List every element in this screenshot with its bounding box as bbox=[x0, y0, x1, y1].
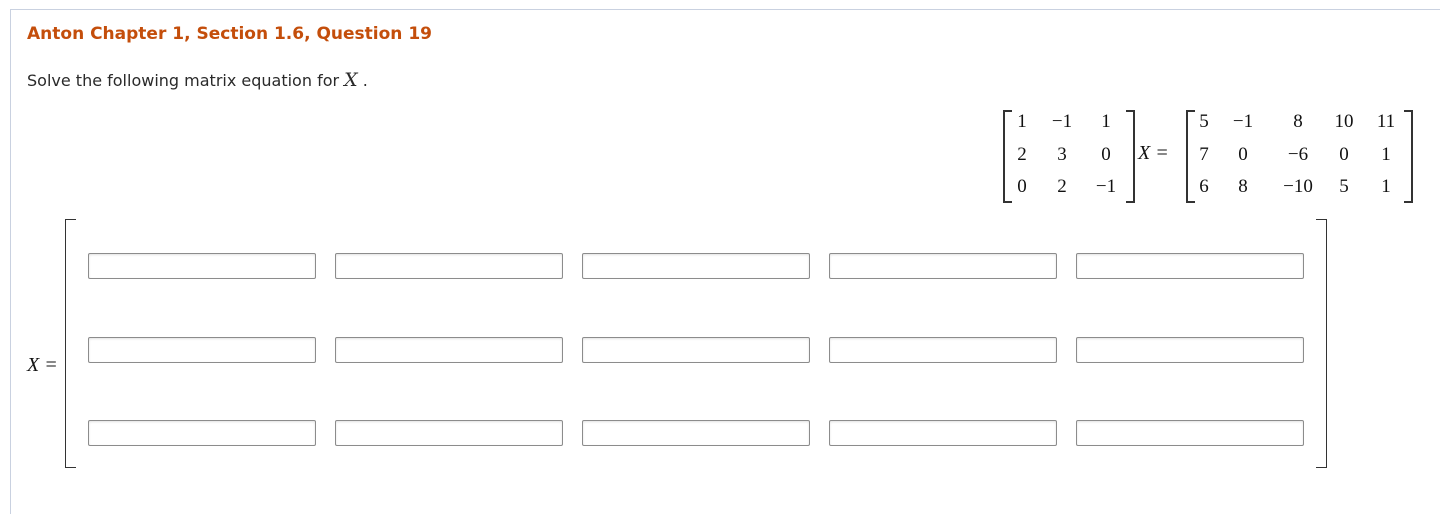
matrix-a-cell-r3-c1: 0 bbox=[1017, 176, 1027, 197]
prompt-text: Solve the following matrix equation for bbox=[27, 71, 340, 90]
matrix-a-right-bracket bbox=[1126, 110, 1135, 203]
matrix-b-cell-r3-c1: 6 bbox=[1199, 176, 1209, 197]
matrix-a-left-bracket bbox=[1003, 110, 1012, 203]
answer-label-text: X = bbox=[27, 354, 58, 376]
answer-input-r1-c2[interactable] bbox=[335, 253, 563, 279]
matrix-a-cell-r3-c3: −1 bbox=[1095, 176, 1117, 197]
matrix-b-cell-r3-c3: −10 bbox=[1283, 176, 1313, 197]
matrix-a-cell-r2-c3: 0 bbox=[1101, 144, 1111, 165]
answer-input-r1-c3[interactable] bbox=[582, 253, 810, 279]
matrix-b-cell-r1-c4: 10 bbox=[1334, 111, 1354, 132]
matrix-b-cell-r1-c5: 11 bbox=[1376, 111, 1396, 132]
matrix-b-cell-r1-c2: −1 bbox=[1232, 111, 1254, 132]
answer-input-r3-c4[interactable] bbox=[829, 420, 1057, 446]
matrix-b-cell-r2-c1: 7 bbox=[1199, 144, 1209, 165]
answer-label: X = bbox=[27, 354, 58, 377]
matrix-b-cell-r1-c1: 5 bbox=[1199, 111, 1209, 132]
answer-input-r3-c2[interactable] bbox=[335, 420, 563, 446]
matrix-b-cell-r2-c4: 0 bbox=[1339, 144, 1349, 165]
question-title: Anton Chapter 1, Section 1.6, Question 1… bbox=[27, 24, 432, 44]
answer-input-r1-c5[interactable] bbox=[1076, 253, 1304, 279]
matrix-a-cell-r1-c2: −1 bbox=[1051, 111, 1073, 132]
matrix-a-cell-r3-c2: 2 bbox=[1057, 176, 1067, 197]
prompt-end: . bbox=[357, 71, 368, 90]
matrix-a-cell-r2-c1: 2 bbox=[1017, 144, 1027, 165]
matrix-a-cell-r1-c1: 1 bbox=[1017, 111, 1027, 132]
answer-input-r3-c3[interactable] bbox=[582, 420, 810, 446]
question-prompt: Solve the following matrix equation for … bbox=[27, 69, 368, 91]
answer-right-bracket bbox=[1316, 219, 1327, 468]
equation-middle: X = bbox=[1138, 142, 1169, 165]
matrix-b-cell-r3-c2: 8 bbox=[1238, 176, 1248, 197]
matrix-b-cell-r3-c4: 5 bbox=[1339, 176, 1349, 197]
matrix-a-cell-r1-c3: 1 bbox=[1101, 111, 1111, 132]
answer-input-r1-c1[interactable] bbox=[88, 253, 316, 279]
matrix-a-cell-r2-c2: 3 bbox=[1057, 144, 1067, 165]
answer-input-r2-c5[interactable] bbox=[1076, 337, 1304, 363]
matrix-b-cell-r2-c3: −6 bbox=[1287, 144, 1309, 165]
answer-input-r3-c5[interactable] bbox=[1076, 420, 1304, 446]
prompt-variable: X bbox=[344, 69, 358, 91]
answer-input-r3-c1[interactable] bbox=[88, 420, 316, 446]
matrix-b-cell-r2-c2: 0 bbox=[1238, 144, 1248, 165]
answer-left-bracket bbox=[65, 219, 76, 468]
matrix-b-right-bracket bbox=[1404, 110, 1413, 203]
answer-input-r1-c4[interactable] bbox=[829, 253, 1057, 279]
answer-input-r2-c3[interactable] bbox=[582, 337, 810, 363]
matrix-b-cell-r2-c5: 1 bbox=[1381, 144, 1391, 165]
answer-input-r2-c1[interactable] bbox=[88, 337, 316, 363]
matrix-b-cell-r3-c5: 1 bbox=[1381, 176, 1391, 197]
answer-input-r2-c2[interactable] bbox=[335, 337, 563, 363]
matrix-b-left-bracket bbox=[1186, 110, 1195, 203]
matrix-b-cell-r1-c3: 8 bbox=[1293, 111, 1303, 132]
equation-middle-text: X = bbox=[1138, 142, 1169, 164]
answer-input-r2-c4[interactable] bbox=[829, 337, 1057, 363]
